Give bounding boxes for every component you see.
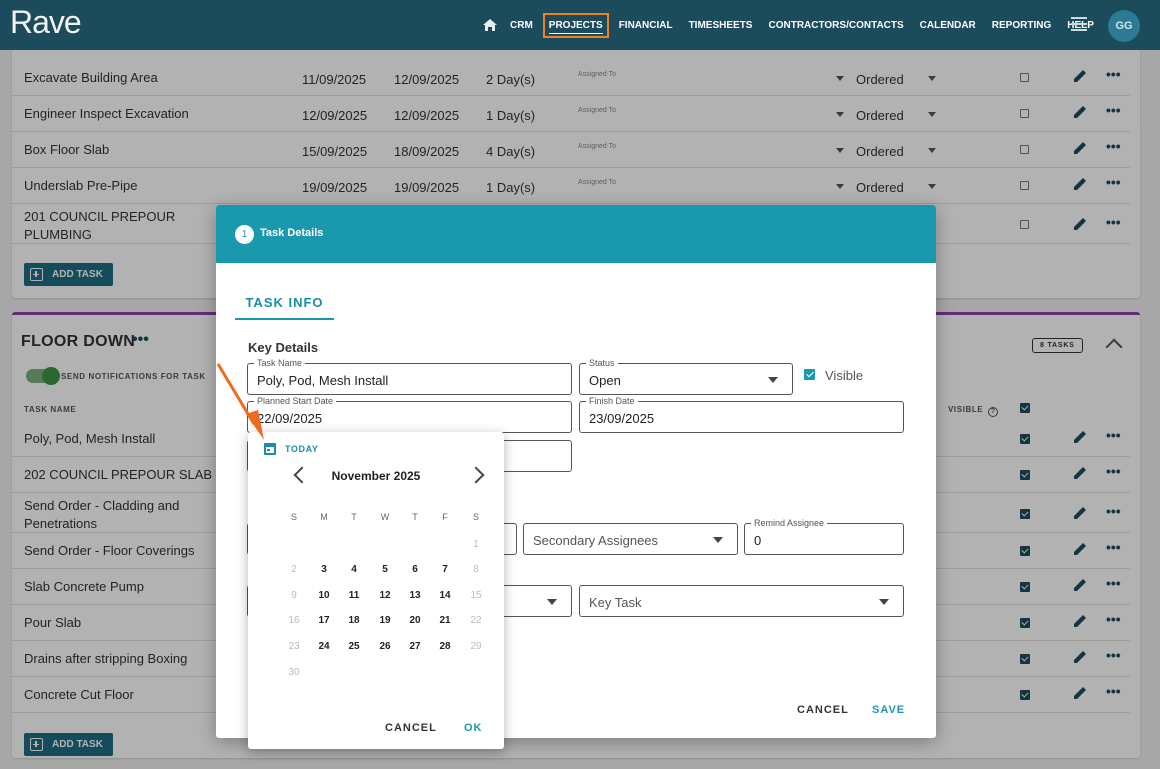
visible-checkbox[interactable]	[804, 369, 815, 380]
calendar-day[interactable]: 17	[312, 615, 336, 626]
calendar-day[interactable]: 10	[312, 590, 336, 601]
menu-icon[interactable]	[1071, 17, 1087, 31]
task-name-field[interactable]: Task Name Poly, Pod, Mesh Install	[247, 358, 572, 395]
nav-financial[interactable]: FINANCIAL	[619, 20, 673, 31]
key-details-heading: Key Details	[248, 340, 319, 355]
date-picker: TODAY November 2025 S M T W T F S 1 2 3 …	[248, 432, 504, 749]
picker-cancel-button[interactable]: CANCEL	[385, 722, 437, 734]
top-nav: Rave CRM PROJECTS FINANCIAL TIMESHEETS C…	[0, 0, 1160, 50]
calendar-day[interactable]: 26	[373, 641, 397, 652]
calendar-day[interactable]: 25	[342, 641, 366, 652]
today-label: TODAY	[285, 444, 319, 454]
calendar-day[interactable]: 13	[403, 590, 427, 601]
key-task-select[interactable]: Key Task	[579, 585, 904, 617]
calendar-day[interactable]: 6	[403, 564, 427, 575]
modal-header: 1 Task Details	[216, 205, 936, 263]
weekday-label: S	[472, 512, 479, 522]
chevron-down-icon	[879, 599, 889, 605]
calendar-day: 2	[291, 564, 297, 575]
calendar-day[interactable]: 19	[373, 615, 397, 626]
calendar-day[interactable]: 21	[433, 615, 457, 626]
calendar-day[interactable]: 20	[403, 615, 427, 626]
step-indicator: 1	[235, 225, 254, 244]
secondary-assignees-placeholder: Secondary Assignees	[533, 533, 659, 548]
nav-contractors-contacts[interactable]: CONTRACTORS/CONTACTS	[768, 20, 903, 31]
calendar-icon	[264, 443, 276, 455]
home-icon[interactable]	[482, 18, 498, 32]
remind-assignee-field[interactable]: Remind Assignee 0	[744, 518, 904, 555]
month-label: November 2025	[331, 469, 421, 483]
weekday-label: M	[320, 512, 328, 522]
picker-ok-button[interactable]: OK	[464, 722, 483, 734]
calendar-day: 15	[470, 590, 482, 601]
calendar-day[interactable]: 7	[433, 564, 457, 575]
nav-projects-label: PROJECTS	[548, 19, 603, 34]
nav-reporting[interactable]: REPORTING	[992, 20, 1051, 31]
key-task-placeholder: Key Task	[589, 595, 642, 610]
status-label: Status	[586, 358, 618, 368]
chevron-down-icon	[547, 599, 557, 605]
calendar-day[interactable]: 28	[433, 641, 457, 652]
calendar-day[interactable]: 24	[312, 641, 336, 652]
nav-crm[interactable]: CRM	[510, 20, 533, 31]
chevron-down-icon	[768, 377, 778, 383]
weekday-label: F	[442, 512, 448, 522]
nav-calendar[interactable]: CALENDAR	[920, 20, 976, 31]
weekday-label: S	[290, 512, 297, 522]
today-button[interactable]: TODAY	[264, 443, 319, 455]
calendar-day[interactable]: 12	[373, 590, 397, 601]
secondary-assignees-select[interactable]: Secondary Assignees	[523, 523, 738, 555]
nav-projects[interactable]: PROJECTS	[542, 12, 609, 38]
finish-date-value: 23/09/2025	[589, 411, 655, 426]
calendar-day: 22	[470, 615, 482, 626]
status-select[interactable]: Status Open	[579, 358, 793, 395]
calendar-day: 23	[288, 641, 300, 652]
calendar-day[interactable]: 27	[403, 641, 427, 652]
tab-task-info[interactable]: TASK INFO	[235, 285, 334, 320]
modal-title: Task Details	[260, 227, 324, 239]
calendar-day: 29	[470, 641, 482, 652]
task-name-value: Poly, Pod, Mesh Install	[257, 373, 389, 388]
calendar-day: 8	[473, 564, 479, 575]
chevron-down-icon	[713, 537, 723, 543]
modal-cancel-button[interactable]: CANCEL	[797, 704, 849, 716]
calendar-day[interactable]: 14	[433, 590, 457, 601]
calendar-day[interactable]: 4	[342, 564, 366, 575]
visible-label: Visible	[825, 368, 864, 383]
remind-assignee-label: Remind Assignee	[751, 518, 828, 528]
calendar-day[interactable]: 5	[373, 564, 397, 575]
calendar-day: 1	[473, 539, 479, 550]
nav-timesheets[interactable]: TIMESHEETS	[689, 20, 753, 31]
finish-date-label: Finish Date	[586, 396, 638, 406]
calendar-day: 9	[291, 590, 297, 601]
finish-date-field[interactable]: Finish Date 23/09/2025	[579, 396, 904, 433]
calendar-day: 16	[288, 615, 300, 626]
weekday-label: T	[412, 512, 418, 522]
annotation-arrow-icon	[216, 363, 264, 440]
nav-links: CRM PROJECTS FINANCIAL TIMESHEETS CONTRA…	[482, 0, 1110, 50]
calendar-day[interactable]: 18	[342, 615, 366, 626]
calendar-day[interactable]: 3	[312, 564, 336, 575]
app-logo[interactable]: Rave	[10, 4, 82, 41]
remind-assignee-value: 0	[754, 533, 762, 548]
weekday-label: W	[380, 512, 390, 522]
calendar-day[interactable]: 11	[342, 590, 366, 601]
status-value: Open	[589, 373, 621, 388]
planned-start-date-field[interactable]: Planned Start Date 22/09/2025	[247, 396, 572, 433]
modal-save-button[interactable]: SAVE	[872, 704, 905, 716]
weekday-label: T	[351, 512, 357, 522]
user-avatar[interactable]: GG	[1108, 10, 1140, 42]
calendar-day: 30	[288, 667, 300, 678]
